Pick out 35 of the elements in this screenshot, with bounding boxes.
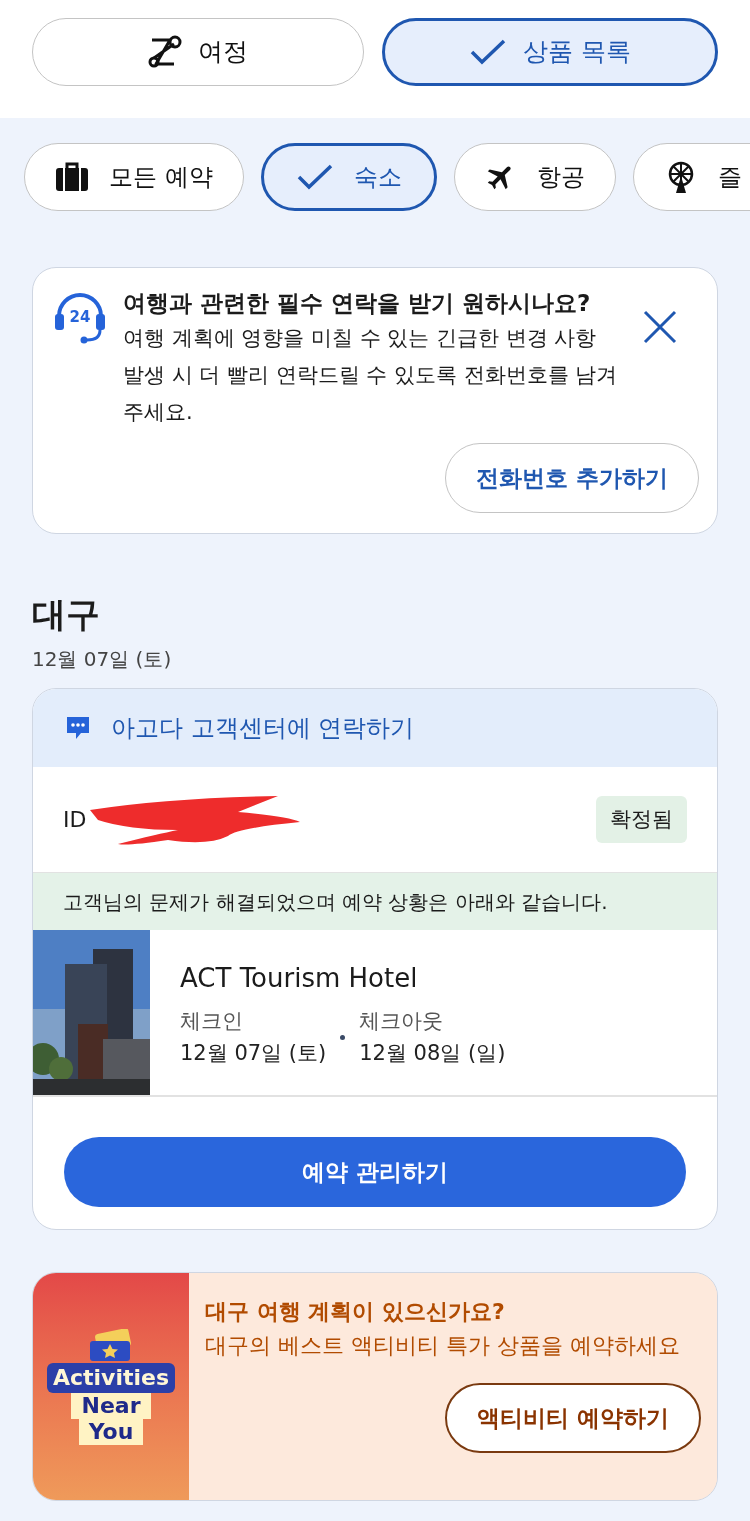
promo-text: 대구의 베스트 액티비티 특가 상품을 예약하세요 (205, 1332, 681, 1360)
route-icon (148, 34, 182, 70)
support-link[interactable]: 아고다 고객센터에 연락하기 (33, 689, 717, 767)
book-activity-button[interactable]: 액티비티 예약하기 (445, 1383, 701, 1453)
checkin-date: 12월 07일 (토) (180, 1039, 327, 1067)
checkout-date: 12월 08일 (일) (359, 1039, 506, 1067)
suitcase-icon (55, 162, 89, 192)
art-caption: Activities (46, 1362, 176, 1393)
notice-title: 여행과 관련한 필수 연락을 받기 원하시나요? (123, 289, 592, 318)
checkin-label: 체크인 (180, 1008, 244, 1035)
hotel-name: ACT Tourism Hotel (180, 962, 419, 995)
chat-icon (65, 715, 91, 741)
close-icon[interactable] (643, 310, 677, 344)
promo-title: 대구 여행 계획이 있으신가요? (205, 1298, 506, 1326)
view-tab[interactable]: 여정 (32, 18, 364, 86)
resolved-message: 고객님의 문제가 해결되었으며 예약 상황은 아래와 같습니다. (33, 873, 717, 930)
headset-icon (55, 293, 105, 344)
manage-booking-button[interactable]: 예약 관리하기 (64, 1137, 686, 1207)
notice-text: 여행 계획에 영향을 미칠 수 있는 긴급한 변경 사항 발생 시 더 빨리 연락드릴 수 있도록 전화번호를 남겨주세요. (123, 325, 619, 426)
view-tab[interactable]: 상품 목록 (382, 18, 718, 86)
city-title: 대구 (32, 593, 101, 636)
booking-id-label: ID (63, 806, 87, 834)
check-icon (295, 163, 334, 191)
trip-date: 12월 07일 (토) (32, 646, 173, 673)
status-badge: 확정됨 (596, 795, 687, 844)
checkout-label: 체크아웃 (359, 1008, 445, 1035)
filter-chip[interactable]: 모든 예약 (24, 143, 244, 211)
filter-chip[interactable]: 숙소 (260, 143, 437, 211)
filter-chip[interactable]: 항공 (453, 143, 616, 211)
filter-chip[interactable]: 즐 (632, 143, 750, 211)
badge-number: 24 (69, 308, 91, 326)
add-phone-button[interactable]: 전화번호 추가하기 (445, 443, 699, 513)
check-icon (469, 38, 507, 66)
art-caption: You (78, 1418, 144, 1445)
art-caption: Near (71, 1392, 151, 1419)
